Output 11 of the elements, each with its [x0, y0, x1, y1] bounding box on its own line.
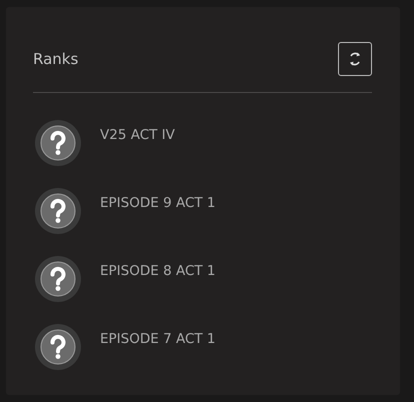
unknown-rank-icon: [35, 120, 81, 166]
refresh-icon: [348, 51, 362, 67]
refresh-button[interactable]: [338, 42, 372, 76]
rank-name: EPISODE 9 ACT 1: [100, 195, 216, 211]
unknown-rank-icon: [35, 324, 81, 370]
unknown-rank-icon: [35, 188, 81, 234]
unknown-rank-icon: [35, 256, 81, 302]
rank-name: EPISODE 8 ACT 1: [100, 263, 216, 279]
rank-name: EPISODE 7 ACT 1: [100, 331, 216, 347]
panel-title: Ranks: [33, 50, 78, 68]
rank-name: V25 ACT IV: [100, 127, 175, 143]
